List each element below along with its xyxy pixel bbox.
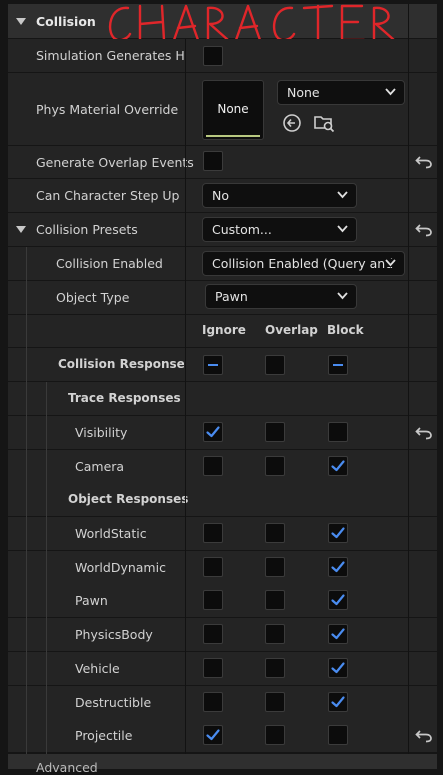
response-name: PhysicsBody [75, 627, 153, 643]
thumbnail-underline [206, 135, 260, 137]
collapse-arrow-icon[interactable] [16, 226, 26, 233]
trace-responses-title: Trace Responses [68, 391, 181, 405]
column-overlap: Overlap [265, 323, 318, 337]
block-all-checkbox[interactable] [328, 355, 348, 375]
step-up-label: Can Character Step Up On [36, 188, 184, 203]
block-checkbox[interactable] [328, 422, 348, 442]
sim-generates-hits-checkbox[interactable] [203, 46, 223, 66]
chevron-down-icon [337, 225, 348, 233]
response-name: Visibility [75, 425, 128, 440]
chevron-down-icon [337, 292, 348, 300]
undetermined-mark [208, 364, 218, 366]
chevron-down-icon [385, 88, 396, 96]
ignore-checkbox[interactable] [203, 590, 223, 611]
ignore-checkbox[interactable] [203, 556, 223, 577]
collision-presets-label: Collision Presets [36, 222, 138, 237]
block-checkbox[interactable] [328, 725, 348, 746]
reset-to-default-icon[interactable] [415, 155, 433, 169]
use-selected-asset-icon[interactable] [282, 113, 302, 133]
ignore-checkbox[interactable] [203, 624, 223, 645]
phys-material-dropdown-value: None [287, 85, 320, 100]
overlap-checkbox[interactable] [265, 657, 285, 678]
collision-enabled-dropdown[interactable]: Collision Enabled (Query and [202, 251, 405, 276]
overlap-all-checkbox[interactable] [265, 355, 285, 375]
column-ignore: Ignore [202, 323, 246, 337]
ignore-checkbox[interactable] [203, 422, 223, 442]
name-column-divider [185, 39, 186, 754]
collision-enabled-label: Collision Enabled [56, 256, 163, 271]
collision-presets-value: Custom... [212, 222, 272, 237]
overlap-checkbox[interactable] [265, 725, 285, 746]
block-checkbox[interactable] [328, 624, 348, 645]
object-type-value: Pawn [215, 289, 248, 304]
indent-guide [26, 247, 27, 754]
overlap-checkbox[interactable] [265, 624, 285, 645]
response-name: Vehicle [75, 660, 120, 676]
ignore-checkbox[interactable] [203, 691, 223, 712]
collapse-arrow-icon[interactable] [16, 18, 26, 25]
phys-material-preview-label: None [217, 102, 249, 116]
overlap-events-label: Generate Overlap Events [36, 155, 194, 170]
overlap-checkbox[interactable] [265, 556, 285, 577]
column-block: Block [327, 323, 364, 337]
step-up-dropdown[interactable]: No [202, 183, 357, 208]
block-checkbox[interactable] [328, 455, 348, 476]
section-title: Collision [36, 14, 96, 29]
phys-material-dropdown[interactable]: None [277, 80, 405, 105]
response-name: Projectile [75, 728, 133, 744]
block-checkbox[interactable] [328, 523, 348, 543]
block-checkbox[interactable] [328, 590, 348, 611]
collision-enabled-value: Collision Enabled (Query and [212, 256, 394, 271]
response-name: WorldStatic [75, 526, 147, 541]
overlap-events-checkbox[interactable] [203, 151, 223, 171]
indent-guide [46, 382, 47, 754]
step-up-value: No [212, 188, 229, 203]
reset-to-default-icon[interactable] [415, 729, 433, 743]
ignore-checkbox[interactable] [203, 523, 223, 543]
ignore-checkbox[interactable] [203, 725, 223, 746]
advanced-section-title: Advanced [36, 760, 98, 775]
undetermined-mark [333, 364, 343, 366]
response-name: WorldDynamic [75, 559, 166, 575]
browse-asset-icon[interactable] [313, 112, 335, 133]
block-checkbox[interactable] [328, 691, 348, 712]
overlap-checkbox[interactable] [265, 455, 285, 476]
collision-presets-dropdown[interactable]: Custom... [202, 217, 357, 242]
overlap-checkbox[interactable] [265, 422, 285, 442]
object-type-dropdown[interactable]: Pawn [205, 284, 357, 309]
sim-generates-hits-label: Simulation Generates Hi... [36, 48, 184, 63]
overlap-checkbox[interactable] [265, 590, 285, 611]
ignore-all-checkbox[interactable] [203, 355, 223, 375]
block-checkbox[interactable] [328, 556, 348, 577]
overlap-checkbox[interactable] [265, 691, 285, 712]
reset-to-default-icon[interactable] [415, 223, 433, 237]
chevron-down-icon [337, 191, 348, 199]
response-name: Camera [75, 458, 125, 474]
collision-responses-title: Collision Responses [58, 357, 184, 371]
chevron-down-icon [385, 259, 396, 267]
ignore-checkbox[interactable] [203, 455, 223, 476]
reset-to-default-icon[interactable] [415, 426, 433, 440]
overlap-checkbox[interactable] [265, 523, 285, 543]
response-name: Pawn [75, 593, 108, 609]
object-responses-title: Object Responses [68, 492, 189, 506]
object-type-label: Object Type [56, 290, 130, 305]
response-name: Destructible [75, 694, 152, 710]
ignore-checkbox[interactable] [203, 657, 223, 678]
block-checkbox[interactable] [328, 657, 348, 678]
phys-material-label: Phys Material Override [36, 102, 179, 117]
reset-column-divider [408, 4, 409, 754]
